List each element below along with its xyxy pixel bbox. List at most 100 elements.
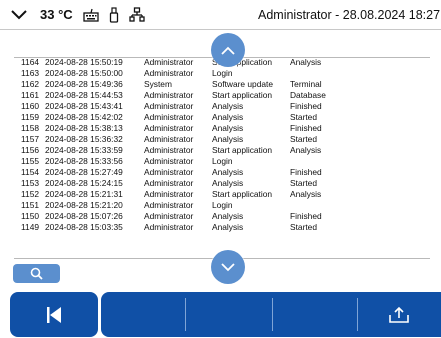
chevron-down-icon (221, 262, 235, 271)
log-detail: Analysis (290, 57, 322, 67)
log-id: 1150 (21, 211, 40, 221)
log-action: Analysis (212, 211, 244, 221)
network-icon (129, 6, 145, 23)
search-button[interactable] (13, 264, 60, 283)
log-action: Start application (212, 189, 273, 199)
log-row[interactable]: 1154 2024-08-28 15:27:49 Administrator Anal… (14, 167, 434, 178)
log-row[interactable]: 1156 2024-08-28 15:33:59 Administrator Star… (14, 145, 434, 156)
log-user: Administrator (144, 145, 194, 155)
log-timestamp: 2024-08-28 15:38:13 (45, 123, 123, 133)
log-row[interactable]: 1159 2024-08-28 15:42:02 Administrator Anal… (14, 112, 434, 123)
log-row[interactable]: 1149 2024-08-28 15:03:35 Administrator Anal… (14, 222, 434, 233)
log-user: Administrator (144, 211, 194, 221)
log-action: Start application (212, 145, 273, 155)
log-action: Software update (212, 79, 273, 89)
log-user: Administrator (144, 134, 194, 144)
log-detail: Finished (290, 167, 322, 177)
log-row[interactable]: 1153 2024-08-28 15:24:15 Administrator Anal… (14, 178, 434, 189)
log-user: Administrator (144, 156, 194, 166)
log-user: Administrator (144, 57, 194, 67)
segment-divider (272, 298, 273, 331)
log-user: Administrator (144, 112, 194, 122)
log-id: 1161 (21, 90, 40, 100)
log-action: Analysis (212, 178, 244, 188)
skip-back-icon (47, 306, 61, 323)
log-timestamp: 2024-08-28 15:43:41 (45, 101, 123, 111)
log-user: Administrator (144, 68, 194, 78)
log-user: Administrator (144, 178, 194, 188)
usb-icon (109, 6, 119, 23)
log-user: Administrator (144, 90, 194, 100)
log-id: 1164 (21, 57, 40, 67)
export-button[interactable] (357, 292, 441, 337)
log-action: Analysis (212, 112, 244, 122)
temperature-readout: 33 °C (40, 7, 73, 22)
log-row[interactable]: 1152 2024-08-28 15:21:31 Administrator Star… (14, 189, 434, 200)
bottom-action-bar (0, 292, 441, 338)
status-bar: 33 °C Administrator - 28.08.2024 18:27 (0, 0, 441, 30)
log-timestamp: 2024-08-28 15:24:15 (45, 178, 123, 188)
log-id: 1149 (21, 222, 40, 232)
log-timestamp: 2024-08-28 15:33:56 (45, 156, 123, 166)
log-id: 1158 (21, 123, 40, 133)
log-row[interactable]: 1157 2024-08-28 15:36:32 Administrator Anal… (14, 134, 434, 145)
log-row[interactable]: 1150 2024-08-28 15:07:26 Administrator Anal… (14, 211, 434, 222)
log-detail: Analysis (290, 145, 322, 155)
log-timestamp: 2024-08-28 15:33:59 (45, 145, 123, 155)
menu-chevron-down-icon[interactable] (6, 0, 32, 30)
upload-icon (389, 306, 409, 323)
log-row[interactable]: 1151 2024-08-28 15:21:20 Administrator Logi… (14, 200, 434, 211)
log-id: 1154 (21, 167, 40, 177)
log-row[interactable]: 1161 2024-08-28 15:44:53 Administrator Star… (14, 90, 434, 101)
audit-log-list: 1164 2024-08-28 15:50:19 Administrator Star… (14, 57, 434, 233)
log-action: Login (212, 68, 233, 78)
log-detail: Finished (290, 123, 322, 133)
log-detail: Started (290, 134, 318, 144)
log-id: 1159 (21, 112, 40, 122)
keyboard-icon (83, 8, 99, 22)
log-row[interactable]: 1163 2024-08-28 15:50:00 Administrator Logi… (14, 68, 434, 79)
segment-divider (185, 298, 186, 331)
log-timestamp: 2024-08-28 15:36:32 (45, 134, 123, 144)
scroll-down-button[interactable] (211, 250, 245, 284)
log-detail: Started (290, 178, 318, 188)
log-detail: Database (290, 90, 326, 100)
log-detail: Finished (290, 211, 322, 221)
log-user: Administrator (144, 167, 194, 177)
log-timestamp: 2024-08-28 15:49:36 (45, 79, 123, 89)
log-detail: Terminal (290, 79, 322, 89)
log-id: 1155 (21, 156, 40, 166)
log-id: 1152 (21, 189, 40, 199)
log-action: Analysis (212, 134, 244, 144)
log-row[interactable]: 1155 2024-08-28 15:33:56 Administrator Logi… (14, 156, 434, 167)
log-timestamp: 2024-08-28 15:21:20 (45, 200, 123, 210)
log-user: Administrator (144, 200, 194, 210)
log-detail: Started (290, 222, 318, 232)
log-id: 1151 (21, 200, 40, 210)
log-user: Administrator (144, 222, 194, 232)
log-user: Administrator (144, 101, 194, 111)
log-action: Analysis (212, 101, 244, 111)
log-timestamp: 2024-08-28 15:07:26 (45, 211, 123, 221)
log-user: System (144, 79, 172, 89)
log-user: Administrator (144, 123, 194, 133)
log-timestamp: 2024-08-28 15:44:53 (45, 90, 123, 100)
log-id: 1157 (21, 134, 40, 144)
scroll-up-button[interactable] (211, 33, 245, 67)
log-row[interactable]: 1162 2024-08-28 15:49:36 System Software up… (14, 79, 434, 90)
log-action: Login (212, 156, 233, 166)
log-id: 1156 (21, 145, 40, 155)
log-action: Analysis (212, 167, 244, 177)
log-id: 1153 (21, 178, 40, 188)
log-detail: Analysis (290, 189, 322, 199)
log-timestamp: 2024-08-28 15:50:19 (45, 57, 123, 67)
log-timestamp: 2024-08-28 15:27:49 (45, 167, 123, 177)
back-button[interactable] (10, 292, 98, 337)
log-row[interactable]: 1158 2024-08-28 15:38:13 Administrator Anal… (14, 123, 434, 134)
log-id: 1163 (21, 68, 40, 78)
log-id: 1162 (21, 79, 40, 89)
log-timestamp: 2024-08-28 15:03:35 (45, 222, 123, 232)
log-row[interactable]: 1160 2024-08-28 15:43:41 Administrator Anal… (14, 101, 434, 112)
chevron-up-icon (221, 46, 235, 55)
log-timestamp: 2024-08-28 15:21:31 (45, 189, 123, 199)
